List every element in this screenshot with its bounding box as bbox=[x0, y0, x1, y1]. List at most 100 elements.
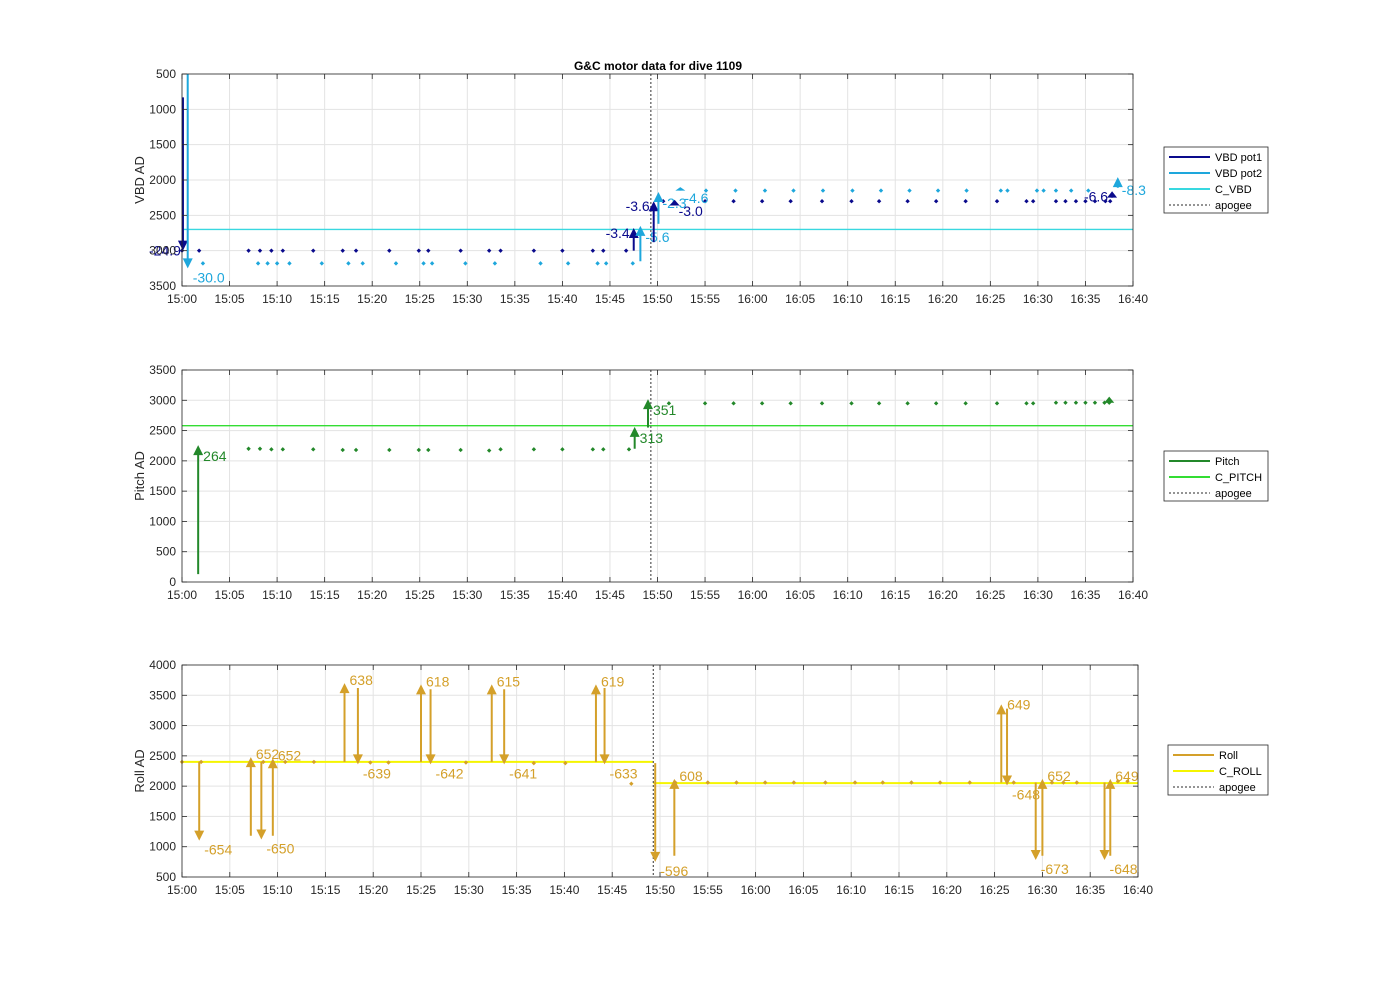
data-point bbox=[595, 261, 600, 266]
data-point bbox=[590, 248, 596, 253]
chart-title: G&C motor data for dive 1109 bbox=[574, 59, 742, 73]
data-point bbox=[269, 248, 274, 253]
x-tick-label: 15:35 bbox=[500, 588, 530, 602]
data-point bbox=[274, 261, 280, 266]
data-point bbox=[762, 188, 768, 193]
x-tick-label: 16:40 bbox=[1118, 588, 1148, 602]
data-point bbox=[601, 248, 606, 253]
data-point bbox=[733, 188, 738, 193]
y-tick-label: 500 bbox=[156, 870, 176, 884]
data-point bbox=[311, 248, 316, 253]
arrow-value-label: -633 bbox=[610, 765, 638, 781]
legend-label: Pitch bbox=[1215, 456, 1239, 468]
x-tick-label: 15:25 bbox=[406, 883, 436, 897]
y-tick-label: 2000 bbox=[149, 454, 176, 468]
arrow-head bbox=[635, 225, 646, 236]
x-tick-label: 16:25 bbox=[975, 292, 1005, 306]
data-point bbox=[1073, 400, 1079, 405]
arrow-head bbox=[416, 684, 426, 695]
arrow-value-label: -648 bbox=[1110, 861, 1138, 877]
y-tick-label: 3000 bbox=[149, 393, 176, 407]
data-point bbox=[933, 401, 939, 406]
arrow-head bbox=[650, 851, 661, 862]
vbd-legend[interactable]: VBD pot1 VBD pot2 C_VBDapogee bbox=[1163, 146, 1269, 214]
x-tick-label: 16:15 bbox=[884, 883, 914, 897]
roll-grid bbox=[181, 664, 1139, 878]
x-tick-label: 15:15 bbox=[310, 292, 340, 306]
data-point bbox=[935, 188, 941, 193]
arrow-value-label: 649 bbox=[1007, 696, 1031, 712]
data-point bbox=[255, 261, 261, 266]
x-tick-label: 15:50 bbox=[645, 883, 675, 897]
arrow-value-label: 652 bbox=[278, 747, 302, 763]
data-point bbox=[994, 401, 1000, 406]
data-point bbox=[346, 261, 351, 266]
arrow-value-label: -639 bbox=[363, 765, 391, 781]
data-point bbox=[387, 248, 392, 253]
x-tick-label: 15:00 bbox=[167, 292, 197, 306]
data-point bbox=[429, 261, 435, 266]
arrow-value-label: 619 bbox=[601, 673, 625, 689]
arrow-value-label: 615 bbox=[497, 673, 521, 689]
data-point bbox=[492, 261, 498, 266]
x-tick-label: 16:30 bbox=[1027, 883, 1057, 897]
x-tick-label: 15:20 bbox=[358, 883, 388, 897]
arrow-value-label: -5.6 bbox=[645, 229, 669, 245]
arrow-head bbox=[1099, 850, 1110, 861]
legend-label: C_PITCH bbox=[1215, 472, 1262, 484]
data-point bbox=[246, 446, 251, 451]
x-tick-label: 16:10 bbox=[836, 883, 866, 897]
data-point bbox=[426, 248, 431, 253]
arrow-value-label: -6.6 bbox=[1084, 188, 1108, 204]
x-tick-label: 16:40 bbox=[1123, 883, 1153, 897]
data-point bbox=[1068, 188, 1074, 193]
data-point bbox=[269, 447, 274, 452]
data-point bbox=[629, 781, 634, 786]
x-tick-label: 16:30 bbox=[1023, 588, 1053, 602]
data-point bbox=[590, 447, 596, 452]
data-point bbox=[200, 261, 206, 266]
arrow-head bbox=[629, 426, 640, 437]
data-point bbox=[265, 261, 270, 266]
vbd-grid bbox=[181, 73, 1134, 287]
arrow-head bbox=[1104, 396, 1115, 403]
data-point bbox=[340, 248, 345, 253]
data-point bbox=[531, 248, 537, 253]
x-tick-label: 16:20 bbox=[928, 292, 958, 306]
data-point bbox=[280, 447, 286, 452]
data-point bbox=[1092, 400, 1098, 405]
arrow-head bbox=[256, 829, 267, 840]
data-point bbox=[876, 401, 882, 406]
arrow-value-label: -3.6 bbox=[626, 198, 650, 214]
data-point bbox=[458, 447, 463, 453]
x-tick-label: 15:15 bbox=[310, 883, 340, 897]
data-point bbox=[387, 447, 392, 453]
data-point bbox=[196, 248, 202, 253]
y-tick-label: 3000 bbox=[149, 719, 176, 733]
arrow-head bbox=[996, 704, 1007, 715]
x-tick-label: 15:35 bbox=[500, 292, 530, 306]
data-point bbox=[1063, 400, 1068, 405]
data-point bbox=[1005, 188, 1010, 193]
data-point bbox=[849, 199, 854, 204]
data-point bbox=[759, 199, 765, 204]
pitch-legend[interactable]: Pitch C_PITCHapogee bbox=[1163, 450, 1269, 502]
x-tick-label: 15:00 bbox=[167, 588, 197, 602]
roll-legend[interactable]: Roll C_ROLLapogee bbox=[1167, 744, 1269, 796]
data-point bbox=[1034, 188, 1040, 193]
arrow-value-label: -642 bbox=[436, 765, 464, 781]
legend-label: VBD pot2 bbox=[1215, 168, 1262, 180]
x-tick-label: 15:50 bbox=[642, 588, 672, 602]
x-tick-label: 15:30 bbox=[452, 292, 482, 306]
roll-ylabel: Roll AD bbox=[132, 749, 147, 792]
data-point bbox=[1030, 199, 1036, 204]
x-tick-label: 15:25 bbox=[405, 588, 435, 602]
arrow-value-label: -654 bbox=[204, 842, 232, 858]
x-tick-label: 15:45 bbox=[597, 883, 627, 897]
legend-label: apogee bbox=[1215, 488, 1252, 500]
data-point bbox=[416, 447, 421, 453]
y-tick-label: 2000 bbox=[149, 173, 176, 187]
arrow-value-label: -641 bbox=[509, 765, 537, 781]
x-tick-label: 16:05 bbox=[785, 588, 815, 602]
data-point bbox=[933, 199, 939, 204]
